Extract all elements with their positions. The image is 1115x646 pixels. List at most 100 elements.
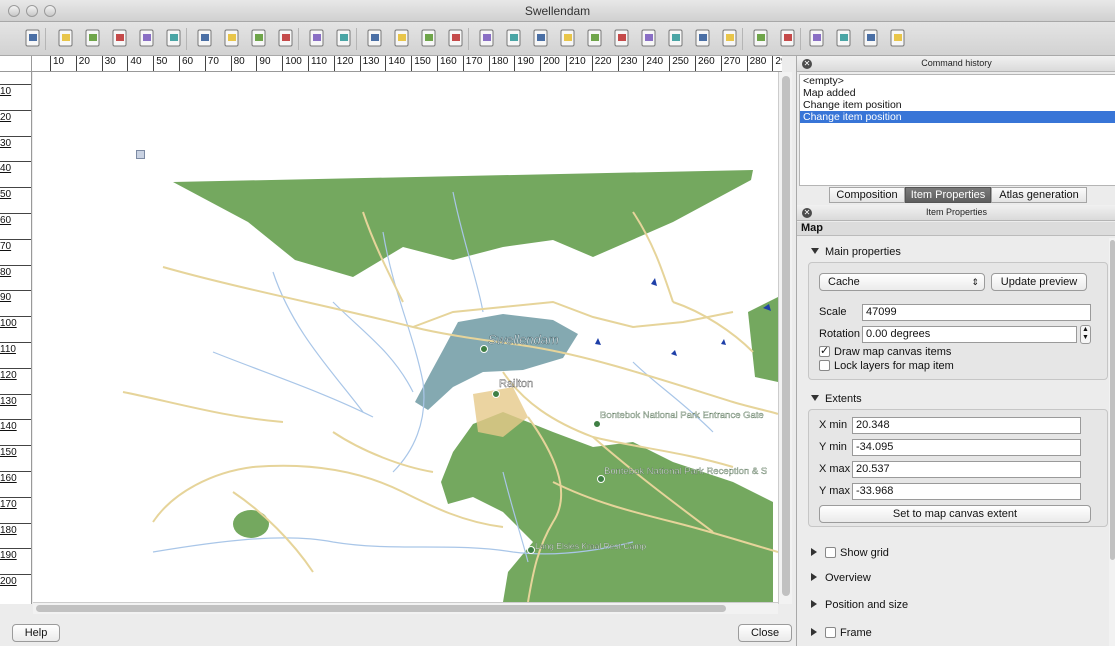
ruler-corner [0, 56, 32, 72]
tab-composition[interactable]: Composition [829, 187, 905, 203]
close-button[interactable]: Close [738, 624, 792, 642]
toolbar-separator [468, 28, 469, 50]
zoom-in-icon[interactable] [391, 27, 413, 49]
rotation-input[interactable]: 0.00 degrees [862, 326, 1077, 343]
raise-icon[interactable] [860, 27, 882, 49]
ymin-label: Y min [819, 441, 847, 453]
main-properties-title: Main properties [825, 246, 901, 258]
update-preview-button[interactable]: Update preview [991, 273, 1087, 291]
overview-toggle[interactable]: Overview [811, 572, 871, 584]
history-item[interactable]: Map added [800, 87, 1115, 99]
zoom-full-icon[interactable] [364, 27, 386, 49]
ruler-tick-label: 230 [617, 56, 637, 71]
add-image-icon[interactable] [530, 27, 552, 49]
close-panel-icon[interactable]: ✕ [802, 59, 812, 69]
composer-canvas[interactable]: Swellendam Railton Bontebok National Par… [33, 72, 778, 602]
lock-layers-checkbox[interactable]: Lock layers for map item [819, 360, 954, 372]
main-properties-group: Cache ⇕ Update preview Scale 47099 Rotat… [808, 262, 1108, 380]
save-template-icon[interactable] [163, 27, 185, 49]
add-scalebar-icon[interactable] [611, 27, 633, 49]
edit-nodes-icon[interactable] [806, 27, 828, 49]
composer-manager-icon[interactable] [109, 27, 131, 49]
refresh-icon[interactable] [445, 27, 467, 49]
cache-mode-select[interactable]: Cache ⇕ [819, 273, 985, 291]
add-table-icon[interactable] [692, 27, 714, 49]
ruler-tick-label: 60 [179, 56, 193, 71]
ymin-input[interactable]: -34.095 [852, 439, 1081, 456]
new-composer-icon[interactable] [55, 27, 77, 49]
rotation-label: Rotation [819, 328, 860, 340]
ruler-tick-label: 210 [566, 56, 586, 71]
ymax-input[interactable]: -33.968 [852, 483, 1081, 500]
position-size-toggle[interactable]: Position and size [811, 599, 908, 611]
item-properties-header: ✕ Item Properties [797, 205, 1115, 221]
extents-title: Extents [825, 393, 862, 405]
select-arrows-icon: ⇕ [971, 277, 979, 287]
help-button[interactable]: Help [12, 624, 60, 642]
add-shape-icon[interactable] [638, 27, 660, 49]
xmax-input[interactable]: 20.537 [852, 461, 1081, 478]
move-content-icon[interactable] [777, 27, 799, 49]
set-to-canvas-extent-button[interactable]: Set to map canvas extent [819, 505, 1091, 523]
ruler-tick-label: 290 [772, 56, 782, 71]
ruler-tick-label: 10 [0, 84, 31, 109]
command-history-list[interactable]: <empty> Map added Change item position Chan… [799, 74, 1115, 186]
add-map-icon[interactable] [503, 27, 525, 49]
xmin-label: X min [819, 419, 848, 431]
ruler-tick-label: 200 [540, 56, 560, 71]
show-grid-toggle[interactable]: Show grid [811, 547, 889, 559]
zoom-out-icon[interactable] [418, 27, 440, 49]
park-area-north [173, 170, 753, 277]
ruler-tick-label: 50 [0, 187, 31, 212]
export-image-icon[interactable] [221, 27, 243, 49]
command-history-title: Command history [921, 58, 992, 68]
item-properties-body: Main properties Cache ⇕ Update preview S… [797, 238, 1109, 646]
print-icon[interactable] [194, 27, 216, 49]
expand-arrow-icon [811, 395, 819, 401]
redo-icon[interactable] [333, 27, 355, 49]
tab-atlas-generation[interactable]: Atlas generation [991, 187, 1087, 203]
frame-toggle[interactable]: Frame [811, 627, 872, 639]
draw-canvas-items-label: Draw map canvas items [834, 346, 952, 358]
checkbox-unchecked-icon[interactable] [825, 547, 836, 558]
rotation-stepper[interactable]: ▲ ▼ [1080, 325, 1091, 344]
lock-icon[interactable] [476, 27, 498, 49]
history-item[interactable]: <empty> [800, 75, 1115, 87]
checkbox-unchecked-icon[interactable] [825, 627, 836, 638]
tab-item-properties[interactable]: Item Properties [905, 187, 991, 203]
extents-toggle[interactable]: Extents [811, 393, 862, 405]
ruler-tick-label: 120 [0, 367, 31, 393]
show-grid-label: Show grid [840, 547, 889, 559]
close-panel-icon[interactable]: ✕ [802, 208, 812, 218]
tab-bar: Composition Item Properties Atlas generati… [797, 186, 1115, 204]
history-item[interactable]: Change item position [800, 99, 1115, 111]
toolbar-separator [186, 28, 187, 50]
ruler-tick-label: 70 [0, 238, 31, 264]
select-move-icon[interactable] [750, 27, 772, 49]
save-icon[interactable] [22, 27, 44, 49]
export-pdf-icon[interactable] [275, 27, 297, 49]
draw-canvas-items-checkbox[interactable]: Draw map canvas items [819, 344, 952, 358]
scale-input[interactable]: 47099 [862, 304, 1091, 321]
add-html-icon[interactable] [719, 27, 741, 49]
add-arrow-icon[interactable] [665, 27, 687, 49]
xmin-input[interactable]: 20.348 [852, 417, 1081, 434]
align-icon[interactable] [887, 27, 909, 49]
duplicate-composer-icon[interactable] [82, 27, 104, 49]
main-properties-toggle[interactable]: Main properties [811, 246, 901, 258]
group-icon[interactable] [833, 27, 855, 49]
history-item[interactable]: Change item position [800, 111, 1115, 123]
add-label-icon[interactable] [557, 27, 579, 49]
ruler-tick-label: 170 [0, 496, 31, 522]
open-template-icon[interactable] [136, 27, 158, 49]
undo-icon[interactable] [306, 27, 328, 49]
right-dock: ✕ Command history <empty> Map added Change… [796, 56, 1115, 646]
map-item[interactable]: Swellendam Railton Bontebok National Par… [33, 72, 778, 602]
properties-scrollbar[interactable] [1109, 238, 1115, 646]
export-svg-icon[interactable] [248, 27, 270, 49]
canvas-vertical-scrollbar[interactable] [778, 72, 792, 604]
toolbar-separator [45, 28, 46, 50]
canvas-horizontal-scrollbar[interactable] [33, 602, 778, 614]
add-legend-icon[interactable] [584, 27, 606, 49]
ruler-tick-label: 190 [0, 548, 31, 573]
